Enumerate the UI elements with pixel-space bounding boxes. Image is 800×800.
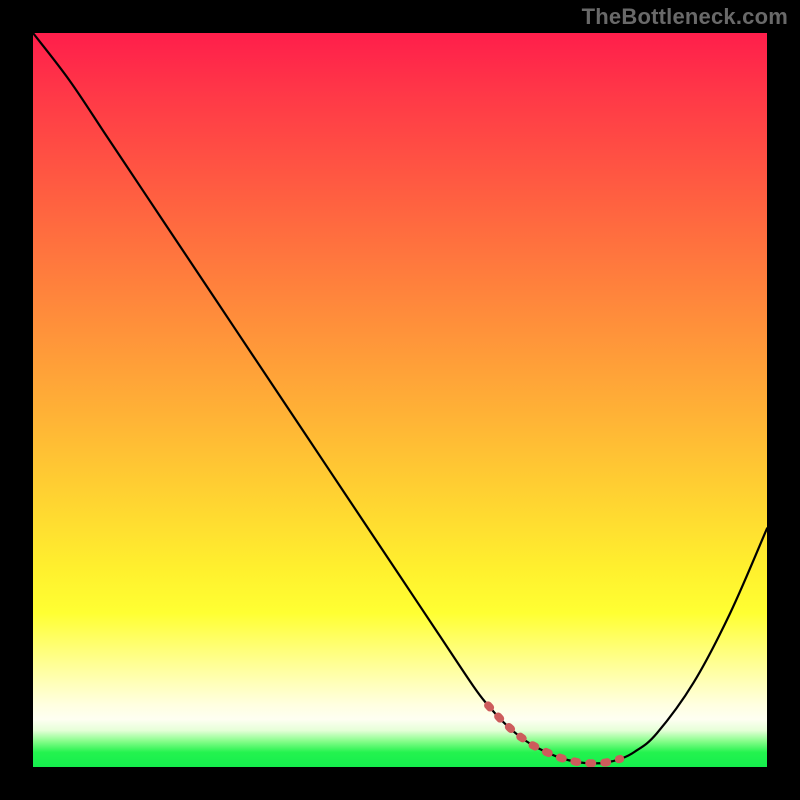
- watermark-text: TheBottleneck.com: [582, 4, 788, 30]
- bottom-dots: [488, 705, 620, 763]
- plot-area: [33, 33, 767, 767]
- dots-layer: [33, 33, 767, 767]
- chart-frame: TheBottleneck.com: [0, 0, 800, 800]
